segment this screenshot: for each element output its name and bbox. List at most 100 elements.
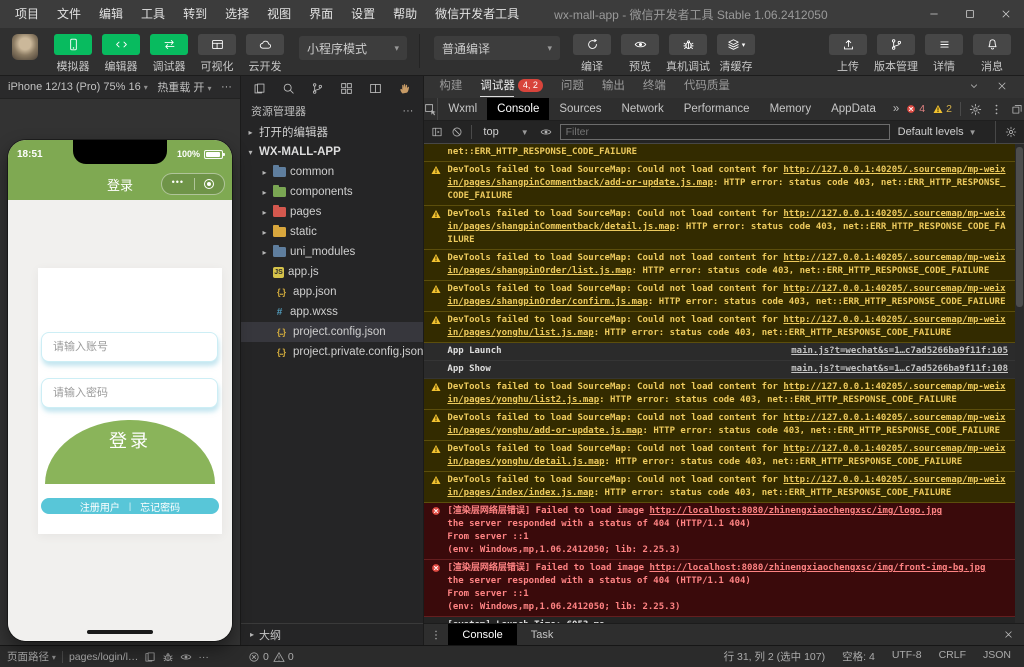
console-settings-gear-icon[interactable] [1005,126,1017,138]
devtab-wxml[interactable]: Wxml [438,98,487,120]
devtab-memory[interactable]: Memory [760,98,822,120]
tab-output[interactable]: 输出 [593,76,634,98]
more-dots-icon[interactable]: ••• [172,178,184,190]
debugger-button[interactable]: 调试器 [145,34,193,74]
console-source-link[interactable]: main.js?t=wechat&s=1…c7ad5266ba9f11f:108 [779,363,1008,376]
menubar-item[interactable]: 文件 [48,0,90,28]
tree-folder-common[interactable]: ▸ common [241,162,423,182]
menubar-item[interactable]: 微信开发者工具 [426,0,528,28]
tab-code-quality[interactable]: 代码质量 [675,76,739,98]
upload-button[interactable]: 上传 [824,34,872,74]
preview-page-icon[interactable] [180,651,192,663]
eye-icon[interactable] [540,126,552,138]
problems-summary[interactable]: 0 0 [240,651,294,663]
console-link[interactable]: http://localhost:8080/zhinengxiaochengxs… [649,506,942,516]
menubar-item[interactable]: 工具 [132,0,174,28]
tree-folder-uni-modules[interactable]: ▸ uni_modules [241,242,423,262]
console-warning-count[interactable]: 2 [933,103,952,115]
tab-problems[interactable]: 问题 [552,76,593,98]
clear-console-icon[interactable] [451,126,463,138]
menubar-item[interactable]: 项目 [6,0,48,28]
tab-build[interactable]: 构建 [430,76,471,98]
menubar-item[interactable]: 编辑 [90,0,132,28]
console-link[interactable]: http://127.0.0.1:40205/.sourcemap/mp-wei… [447,284,1005,307]
inspect-element-button[interactable] [424,98,438,120]
drawer-tab-task[interactable]: Task [517,624,568,645]
page-path-dropdown[interactable]: 页面路径 ▾ [7,649,56,664]
tree-open-editors[interactable]: ▸ 打开的编辑器 [241,122,423,142]
forgot-password-link[interactable]: 忘记密码 [140,499,180,514]
clear-cache-button[interactable]: ▾ 清缓存 [712,34,760,74]
device-selector[interactable]: iPhone 12/13 (Pro) 75% 16 ▾ [8,81,148,93]
console-link[interactable]: http://127.0.0.1:40205/.sourcemap/mp-wei… [447,165,1005,188]
console-link[interactable]: http://127.0.0.1:40205/.sourcemap/mp-wei… [447,413,1005,436]
devtab-sources[interactable]: Sources [549,98,611,120]
console-source-link[interactable]: main.js?t=wechat&s=1…c7ad5266ba9f11f:105 [779,345,1008,358]
page-path-more-button[interactable]: ··· [198,651,209,663]
more-tabs-button[interactable]: » [886,98,906,120]
tree-folder-static[interactable]: ▸ static [241,222,423,242]
minimize-button[interactable] [916,0,952,28]
drawer-close-icon[interactable] [1003,624,1024,645]
console-error-count[interactable]: 4 [906,103,925,115]
encoding[interactable]: UTF-8 [892,649,922,664]
tab-terminal[interactable]: 终端 [634,76,675,98]
copy-path-icon[interactable] [144,651,156,663]
menubar-item[interactable]: 帮助 [384,0,426,28]
tree-root[interactable]: ▾ WX-MALL-APP [241,142,423,162]
menubar-item[interactable]: 视图 [258,0,300,28]
details-button[interactable]: 详情 [920,34,968,74]
source-control-icon[interactable] [311,82,324,95]
compile-button[interactable]: 编译 [568,34,616,74]
eol[interactable]: CRLF [939,649,966,664]
outline-section[interactable]: ▸ 大纲 [241,623,423,645]
log-levels-dropdown[interactable]: Default levels▼ [898,126,977,138]
console-scrollbar[interactable] [1015,144,1024,623]
console-filter-input[interactable] [560,124,890,140]
tree-file-app-js[interactable]: JSapp.js [241,262,423,282]
devtab-appdata[interactable]: AppData [821,98,886,120]
frame-context-dropdown[interactable]: top▼ [480,126,531,138]
console-link[interactable]: http://127.0.0.1:40205/.sourcemap/mp-wei… [447,444,1005,467]
publish-hand-icon[interactable] [398,82,411,95]
console-sidebar-icon[interactable] [431,126,443,138]
console-link[interactable]: http://localhost:8080/zhinengxiaochengxs… [649,563,985,573]
avatar[interactable] [12,34,38,60]
capsule-target-icon[interactable] [204,179,214,189]
split-editor-icon[interactable] [369,82,382,95]
cursor-position[interactable]: 行 31, 列 2 (选中 107) [724,649,826,664]
menubar-item[interactable]: 界面 [300,0,342,28]
menubar-item[interactable]: 设置 [342,0,384,28]
editor-button[interactable]: 编辑器 [97,34,145,74]
devtools-menu-icon[interactable] [990,103,1003,116]
tree-file-project-config[interactable]: {..}project.config.json [241,322,423,342]
password-input[interactable] [41,378,218,408]
account-input[interactable] [41,332,218,362]
close-panel-icon[interactable] [996,80,1008,95]
version-manage-button[interactable]: 版本管理 [872,34,920,74]
devtab-performance[interactable]: Performance [674,98,760,120]
tab-debugger[interactable]: 调试器4, 2 [471,76,552,98]
messages-button[interactable]: 消息 [968,34,1016,74]
devtab-console[interactable]: Console [487,98,549,120]
tree-file-project-private-config[interactable]: {..}project.private.config.json [241,342,423,362]
search-icon[interactable] [282,82,295,95]
remote-debug-button[interactable]: 真机调试 [664,34,712,74]
preview-button[interactable]: 预览 [616,34,664,74]
collapse-panel-icon[interactable] [968,80,980,95]
simulator-more-button[interactable]: ··· [221,81,232,93]
explorer-files-icon[interactable] [253,82,266,95]
login-button[interactable]: 登录 [45,420,215,484]
console-link[interactable]: http://127.0.0.1:40205/.sourcemap/mp-wei… [447,475,1005,498]
register-link[interactable]: 注册用户 [80,499,120,514]
tree-file-app-wxss[interactable]: #app.wxss [241,302,423,322]
console-link[interactable]: http://127.0.0.1:40205/.sourcemap/mp-wei… [447,209,1005,232]
visualization-button[interactable]: 可视化 [193,34,241,74]
console-link[interactable]: http://127.0.0.1:40205/.sourcemap/mp-wei… [447,253,1005,276]
extensions-icon[interactable] [340,82,353,95]
menubar-item[interactable]: 选择 [216,0,258,28]
menubar-item[interactable]: 转到 [174,0,216,28]
tree-folder-pages[interactable]: ▸ pages [241,202,423,222]
mode-dropdown[interactable]: 小程序模式▾ [299,36,407,60]
maximize-button[interactable] [952,0,988,28]
